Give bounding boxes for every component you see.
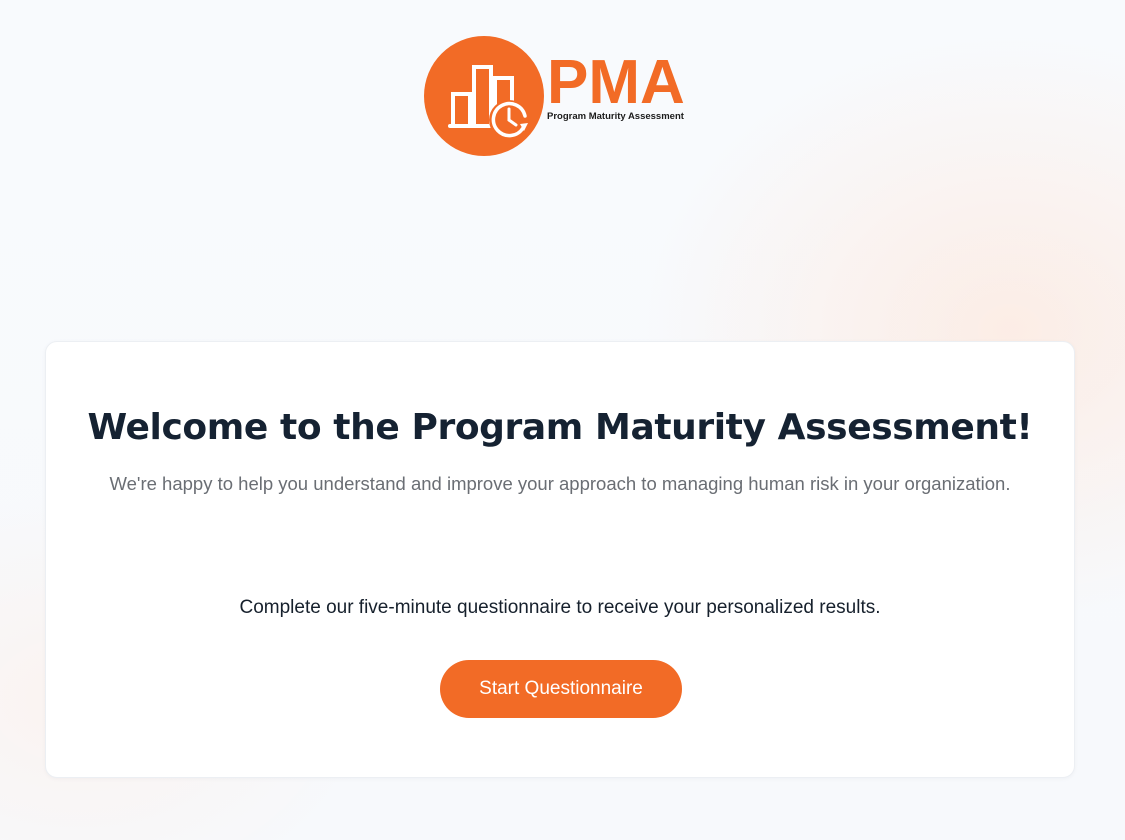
logo-wordmark: PMA xyxy=(547,48,685,117)
page-title: Welcome to the Program Maturity Assessme… xyxy=(87,407,1033,448)
bar-chart-clock-icon xyxy=(448,65,529,140)
logo-tagline: Program Maturity Assessment xyxy=(547,111,684,122)
logo-circle xyxy=(424,36,544,156)
welcome-card: Welcome to the Program Maturity Assessme… xyxy=(45,341,1075,778)
welcome-subtitle: We're happy to help you understand and i… xyxy=(109,473,1011,494)
questionnaire-prompt: Complete our five-minute questionnaire t… xyxy=(239,597,881,618)
pma-logo: PMA Program Maturity Assessment xyxy=(424,36,700,156)
start-questionnaire-button[interactable]: Start Questionnaire xyxy=(440,660,682,718)
